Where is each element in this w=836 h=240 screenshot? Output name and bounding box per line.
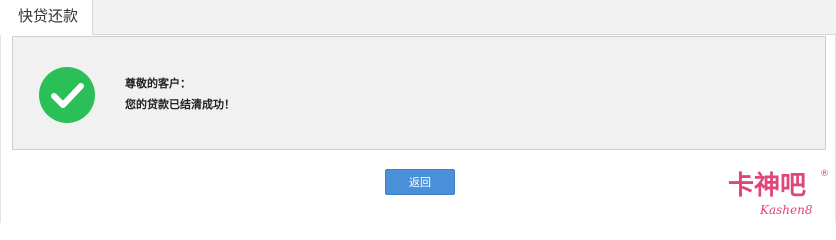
- check-circle-icon: [39, 67, 95, 123]
- watermark-main-text: 卡神吧: [728, 171, 806, 201]
- success-message: 您的贷款已结清成功！: [125, 98, 235, 111]
- tab-quick-loan-repayment[interactable]: 快贷还款: [0, 0, 93, 35]
- page-title: 快贷还款: [18, 7, 79, 25]
- back-button[interactable]: 返回: [385, 169, 455, 195]
- registered-mark: ®: [820, 169, 829, 179]
- result-panel: 尊敬的客户： 您的贷款已结清成功！: [12, 36, 826, 150]
- header-bar: [0, 0, 836, 35]
- frame-border-left: [0, 35, 1, 223]
- watermark-sub-text: Kashen8: [759, 203, 813, 217]
- greeting-text: 尊敬的客户：: [125, 77, 191, 90]
- kashen8-watermark-logo: 卡神吧 ® Kashen8: [728, 169, 829, 217]
